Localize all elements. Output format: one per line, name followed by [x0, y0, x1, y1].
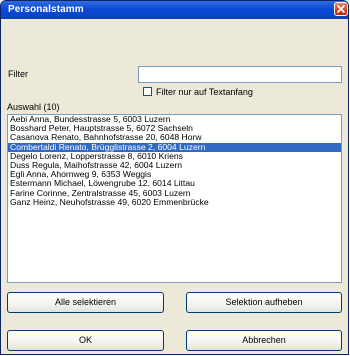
- auswahl-label: Auswahl (10): [7, 102, 60, 112]
- list-item[interactable]: Ganz Heinz, Neuhofstrasse 49, 6020 Emmen…: [8, 197, 341, 207]
- filter-textanfang-label: Filter nur auf Textanfang: [156, 87, 253, 97]
- ok-label: OK: [78, 335, 92, 345]
- close-button[interactable]: [334, 2, 348, 16]
- filter-input[interactable]: [138, 66, 342, 83]
- cancel-button[interactable]: Abbrechen: [186, 330, 342, 351]
- close-icon: [337, 5, 345, 13]
- title-bar[interactable]: Personalstamm: [1, 1, 348, 19]
- cancel-label: Abbrechen: [242, 335, 286, 345]
- select-all-button[interactable]: Alle selektieren: [7, 292, 164, 313]
- window-title: Personalstamm: [8, 4, 84, 15]
- clear-selection-button[interactable]: Selektion aufheben: [186, 292, 342, 313]
- auswahl-listbox[interactable]: Aebi Anna, Bundesstrasse 5, 6003 Luzern B…: [7, 114, 342, 283]
- clear-selection-label: Selektion aufheben: [225, 297, 303, 307]
- personalstamm-dialog: Personalstamm Filter Filter nur auf Text…: [0, 0, 349, 355]
- filter-label: Filter: [8, 69, 28, 79]
- select-all-label: Alle selektieren: [54, 297, 117, 307]
- ok-button[interactable]: OK: [7, 330, 164, 351]
- filter-textanfang-checkbox[interactable]: [143, 87, 152, 96]
